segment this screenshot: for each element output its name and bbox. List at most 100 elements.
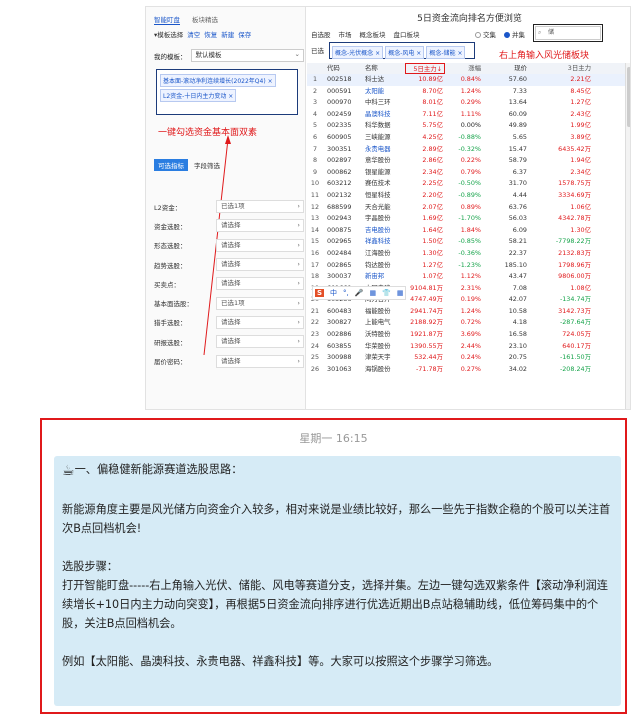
filter-row[interactable]: 研报选股： 请选择 [154, 332, 304, 351]
nav-concept-sector[interactable]: 概念板块 [360, 29, 386, 39]
table-row[interactable]: 12 688599 天合光能 2.07亿 0.89% 63.76 1.06亿 [307, 202, 625, 214]
table-row[interactable]: 10 603212 赛伍技术 2.25亿 -0.50% 31.70 1578.75万 [307, 178, 625, 190]
sector-search-input[interactable]: ⌕ 储 [535, 26, 601, 40]
ime-tools-icon[interactable]: ▦ [397, 289, 404, 297]
table-cell: 6.37 [512, 167, 527, 176]
table-cell: 7 [312, 144, 318, 153]
filter-value[interactable]: 请选择 [216, 219, 304, 233]
radio-intersection[interactable]: 交集 [475, 29, 496, 39]
column-header[interactable]: 3日主力 [529, 63, 593, 74]
table-row[interactable]: 24 603855 华荣股份 1390.55万 2.44% 23.10 640.17万 [307, 341, 625, 353]
table-row[interactable]: 15 002965 祥鑫科技 1.50亿 -0.85% 58.21 -7798.22万 [307, 236, 625, 248]
nav-watchlist[interactable]: 自选股 [311, 29, 331, 39]
sector-chips-box: 概念-光伏概念 × 概念-风电 × 概念-储能 × [329, 42, 475, 59]
filter-row[interactable]: 形态选股： 请选择 [154, 236, 304, 255]
table-row[interactable]: 21 600483 福能股份 2941.74万 1.24% 10.58 3142.73万 [307, 306, 625, 318]
table-cell: 603212 [327, 179, 352, 188]
table-cell: 0.27% [460, 364, 481, 373]
tab-field-filter[interactable]: 字段筛选 [194, 160, 220, 170]
table-cell: 0.19% [460, 295, 481, 304]
table-cell: 2.86亿 [422, 156, 443, 165]
table-row[interactable]: 11 002132 恒星科技 2.20亿 -0.89% 4.44 3334.69万 [307, 190, 625, 202]
ime-keyboard-icon[interactable]: ▦ [370, 289, 377, 297]
filter-row[interactable]: 买卖点： 请选择 [154, 274, 304, 293]
ime-skin-icon[interactable]: 👕 [382, 289, 391, 297]
sector-chip[interactable]: 概念-光伏概念 × [332, 46, 384, 59]
table-cell: 002865 [327, 260, 352, 269]
table-row[interactable]: 9 000862 银星能源 2.34亿 0.79% 6.37 2.34亿 [307, 167, 625, 179]
table-row[interactable]: 8 002897 意华股份 2.86亿 0.22% 58.79 1.94亿 [307, 155, 625, 167]
table-cell: 1.08亿 [570, 283, 591, 292]
filter-value[interactable]: 已选1项 [216, 296, 304, 310]
column-header[interactable] [307, 63, 323, 74]
table-row[interactable]: 16 002484 江海股份 1.30亿 -0.36% 22.37 2132.83万 [307, 248, 625, 260]
vertical-scrollbar[interactable] [625, 63, 630, 409]
table-cell: 58.79 [508, 156, 527, 165]
radio-union[interactable]: 并集 [504, 29, 525, 39]
table-row[interactable]: 18 300037 新宙邦 1.07亿 1.12% 43.47 9806.00万 [307, 271, 625, 283]
filter-row[interactable]: 资金选股： 请选择 [154, 216, 304, 235]
table-cell: -1.23% [458, 260, 481, 269]
ime-item[interactable]: 中 [330, 288, 337, 298]
filter-row[interactable]: 届价密码： 请选择 [154, 351, 304, 370]
sector-chip[interactable]: 概念-风电 × [385, 46, 425, 59]
table-cell: 23 [310, 330, 320, 339]
table-row[interactable]: 4 002459 晶澳科技 7.11亿 1.11% 60.09 2.43亿 [307, 109, 625, 121]
table-row[interactable]: 22 300827 上能电气 2188.92万 0.72% 4.18 -287.64万 [307, 317, 625, 329]
nav-market[interactable]: 市场 [339, 29, 352, 39]
table-row[interactable]: 2 000591 太阳能 8.70亿 1.24% 7.33 8.45亿 [307, 86, 625, 98]
table-cell: -1.70% [458, 214, 481, 223]
filter-value[interactable]: 请选择 [216, 238, 304, 252]
table-cell: 新宙邦 [365, 272, 385, 281]
table-row[interactable]: 14 000875 吉电股份 1.64亿 1.84% 6.09 1.30亿 [307, 225, 625, 237]
selected-label: 已选 [311, 47, 324, 55]
ime-toolbar[interactable]: S 中 °, 🎤 ▦ 👕 ▦ [312, 286, 407, 300]
filter-value[interactable]: 已选1项 [216, 200, 304, 214]
search-icon: ⌕ [538, 29, 542, 36]
table-cell: -0.89% [458, 190, 481, 199]
column-header[interactable]: 涨幅 [445, 63, 483, 74]
table-cell: 1.30亿 [570, 225, 591, 234]
table-row[interactable]: 13 002943 宇晶股份 1.69亿 -1.70% 56.03 4342.78万 [307, 213, 625, 225]
table-row[interactable]: 1 002518 科士达 10.89亿 0.84% 57.60 2.21亿 [307, 74, 625, 86]
table-cell: 63.76 [508, 202, 527, 211]
table-row[interactable]: 6 600905 三峡能源 4.25亿 -0.88% 5.65 3.89亿 [307, 132, 625, 144]
table-row[interactable]: 7 300351 永贵电器 2.89亿 -0.32% 15.47 6435.42万 [307, 144, 625, 156]
filter-row[interactable]: 基本面选股： 已选1项 [154, 293, 304, 312]
filter-value[interactable]: 请选择 [216, 335, 304, 349]
column-header[interactable]: 名称 [363, 63, 405, 74]
column-header[interactable]: 代码 [323, 63, 363, 74]
table-row[interactable]: 17 002865 钧达股份 1.27亿 -1.23% 185.10 1798.96万 [307, 260, 625, 272]
column-header[interactable]: 5日主力↓ [405, 63, 445, 74]
table-cell: 2941.74万 [410, 306, 443, 315]
scrollbar-thumb[interactable] [627, 67, 630, 127]
table-row[interactable]: 5 002335 科华数据 5.75亿 0.00% 49.89 1.99亿 [307, 120, 625, 132]
nav-board-sector[interactable]: 盘口板块 [394, 29, 420, 39]
tab-optional-indicators[interactable]: 可选指标 [154, 159, 188, 171]
sector-chip[interactable]: 概念-储能 × [426, 46, 466, 59]
filter-row[interactable]: 猎手选股： 请选择 [154, 313, 304, 332]
filter-row[interactable]: L2资金： 已选1项 [154, 197, 304, 216]
filter-value[interactable]: 请选择 [216, 258, 304, 272]
table-cell: 532.44万 [414, 353, 443, 362]
table-cell: 0.89% [460, 202, 481, 211]
table-row[interactable]: 3 000970 中科三环 8.01亿 0.29% 13.64 1.27亿 [307, 97, 625, 109]
table-cell: 2.43亿 [570, 109, 591, 118]
table-row[interactable]: 23 002886 沃特股份 1921.87万 3.69% 16.58 724.05万 [307, 329, 625, 341]
table-row[interactable]: 26 301063 海锅股份 -71.78万 0.27% 34.02 -208.24万 [307, 364, 625, 376]
table-cell: 002897 [327, 156, 352, 165]
table-cell: 21 [310, 306, 320, 315]
ime-mic-icon[interactable]: 🎤 [355, 289, 364, 297]
table-cell: 002886 [327, 330, 352, 339]
filter-value[interactable]: 请选择 [216, 354, 304, 368]
table-cell: 8.70亿 [422, 86, 443, 95]
filter-value[interactable]: 请选择 [216, 315, 304, 329]
table-cell: 301063 [327, 364, 352, 373]
table-cell: 1.30亿 [422, 248, 443, 257]
ime-item[interactable]: °, [343, 289, 349, 297]
table-cell: 意华股份 [365, 156, 391, 165]
table-row[interactable]: 25 300988 津荣天宇 532.44万 0.24% 20.75 -161.50万 [307, 352, 625, 364]
filter-row[interactable]: 趋势选股： 请选择 [154, 255, 304, 274]
column-header[interactable]: 现价 [483, 63, 529, 74]
filter-value[interactable]: 请选择 [216, 277, 304, 291]
